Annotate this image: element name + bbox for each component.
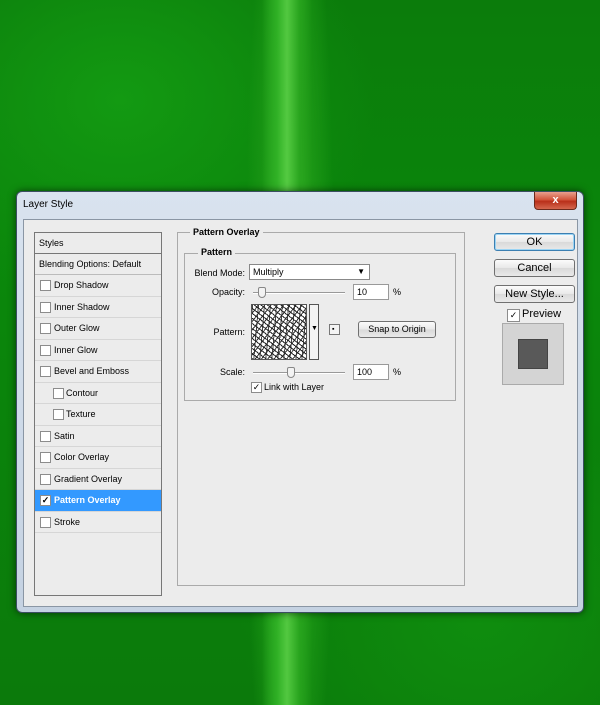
styles-list: Styles Blending Options: Default Drop Sh… xyxy=(34,232,162,596)
chevron-down-icon: ▼ xyxy=(311,325,318,332)
style-item-label: Texture xyxy=(66,409,96,419)
inner-shadow-checkbox[interactable] xyxy=(40,301,51,313)
blending-options-item[interactable]: Blending Options: Default xyxy=(35,254,161,275)
cancel-button[interactable]: Cancel xyxy=(494,259,575,277)
contour-checkbox[interactable] xyxy=(53,387,64,399)
style-item-bevel-emboss[interactable]: Bevel and Emboss xyxy=(35,361,161,383)
scale-unit: % xyxy=(393,367,402,377)
opacity-slider-thumb[interactable] xyxy=(258,287,267,298)
scale-input[interactable]: 100 xyxy=(353,364,389,380)
pattern-overlay-checkbox[interactable]: ✓ xyxy=(40,495,51,506)
opacity-input[interactable]: 10 xyxy=(353,284,389,300)
section-title: Pattern Overlay xyxy=(190,227,263,237)
opacity-label: Opacity: xyxy=(211,287,245,297)
style-item-inner-shadow[interactable]: Inner Shadow xyxy=(35,297,161,318)
style-item-label: Gradient Overlay xyxy=(54,473,123,484)
chevron-down-icon: ▼ xyxy=(357,267,365,276)
blend-mode-value: Multiply xyxy=(253,267,284,277)
style-preview xyxy=(502,323,564,385)
style-item-pattern-overlay[interactable]: ✓ Pattern Overlay xyxy=(35,490,161,512)
style-item-outer-glow[interactable]: Outer Glow xyxy=(35,318,161,340)
dialog-client-area: Styles Blending Options: Default Drop Sh… xyxy=(23,219,578,607)
create-preset-button[interactable]: ▪ xyxy=(329,324,340,335)
preview-swatch xyxy=(518,339,548,369)
scale-label: Scale: xyxy=(219,367,245,377)
style-item-label: Inner Shadow xyxy=(54,301,110,312)
bevel-emboss-checkbox[interactable] xyxy=(40,366,51,377)
style-item-gradient-overlay[interactable]: Gradient Overlay xyxy=(35,469,161,490)
color-overlay-checkbox[interactable] xyxy=(40,452,51,463)
snap-to-origin-button[interactable]: Snap to Origin xyxy=(358,321,436,338)
style-item-label: Inner Glow xyxy=(54,344,98,355)
scale-slider-track[interactable] xyxy=(253,372,345,374)
title-bar[interactable]: Layer Style x xyxy=(17,192,583,216)
blend-mode-label: Blend Mode: xyxy=(194,268,245,278)
style-item-inner-glow[interactable]: Inner Glow xyxy=(35,340,161,361)
stroke-checkbox[interactable] xyxy=(40,516,51,528)
style-item-label: Outer Glow xyxy=(54,323,100,333)
satin-checkbox[interactable] xyxy=(40,430,51,442)
dialog-title: Layer Style xyxy=(23,199,74,210)
new-style-button[interactable]: New Style... xyxy=(494,285,575,303)
style-item-contour[interactable]: Contour xyxy=(35,383,161,404)
style-item-label: Drop Shadow xyxy=(54,280,109,290)
style-item-drop-shadow[interactable]: Drop Shadow xyxy=(35,275,161,297)
preview-label: Preview xyxy=(522,308,562,320)
style-item-satin[interactable]: Satin xyxy=(35,426,161,447)
pattern-picker-button[interactable]: ▼ xyxy=(309,304,319,360)
gradient-overlay-checkbox[interactable] xyxy=(40,473,51,485)
opacity-slider-track[interactable] xyxy=(253,292,345,294)
group-title: Pattern xyxy=(198,247,236,257)
style-item-color-overlay[interactable]: Color Overlay xyxy=(35,447,161,469)
pattern-swatch[interactable] xyxy=(251,304,307,360)
link-with-layer-checkbox[interactable]: ✓ xyxy=(251,382,262,393)
drop-shadow-checkbox[interactable] xyxy=(40,280,51,291)
style-item-label: Bevel and Emboss xyxy=(54,366,130,376)
pattern-label: Pattern: xyxy=(213,327,245,337)
close-icon: x xyxy=(552,194,559,206)
style-item-label: Color Overlay xyxy=(54,452,110,462)
preview-checkbox[interactable]: ✓ xyxy=(507,309,520,322)
close-button[interactable]: x xyxy=(534,192,577,210)
style-item-label: Satin xyxy=(54,430,75,441)
ok-button[interactable]: OK xyxy=(494,233,575,251)
style-item-label: Pattern Overlay xyxy=(54,495,121,505)
inner-glow-checkbox[interactable] xyxy=(40,344,51,356)
style-item-label: Stroke xyxy=(54,516,81,527)
link-with-layer-label: Link with Layer xyxy=(264,382,325,392)
new-preset-icon: ▪ xyxy=(332,326,335,333)
opacity-unit: % xyxy=(393,287,402,297)
layer-style-dialog: Layer Style x Styles Blending Options: D… xyxy=(16,191,584,613)
styles-header[interactable]: Styles xyxy=(35,233,161,254)
outer-glow-checkbox[interactable] xyxy=(40,323,51,334)
style-item-stroke[interactable]: Stroke xyxy=(35,512,161,533)
style-item-texture[interactable]: Texture xyxy=(35,404,161,426)
style-item-label: Contour xyxy=(66,387,99,398)
scale-slider-thumb[interactable] xyxy=(287,367,296,378)
texture-checkbox[interactable] xyxy=(53,409,64,420)
blend-mode-select[interactable]: Multiply ▼ xyxy=(249,264,370,280)
